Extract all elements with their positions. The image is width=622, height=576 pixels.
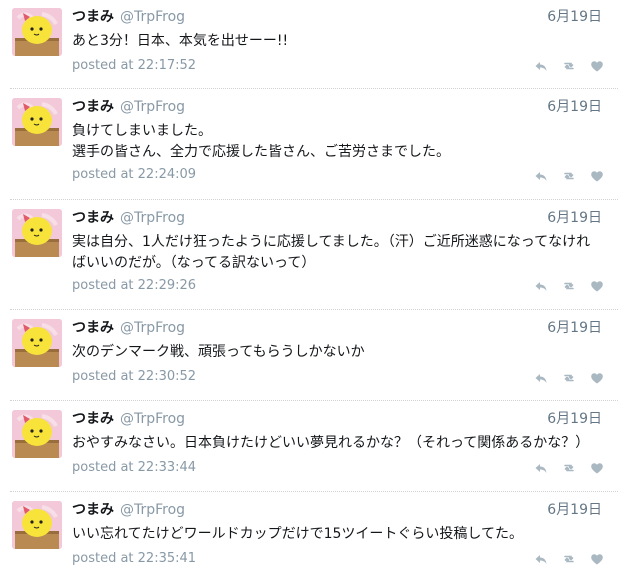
author-line: つまみ @TrpFrog — [72, 6, 185, 26]
tweet-actions — [534, 58, 604, 72]
tweet: つまみ @TrpFrog 6月19日 あと3分！日本、本気を出せーー!! post… — [0, 0, 622, 89]
tweet: つまみ @TrpFrog 6月19日 おやすみなさい。日本負けたけどいい夢見れるか… — [0, 402, 622, 492]
tweet-text-line: 選手の皆さん、全力で応援した皆さん、ご苦労さまでした。 — [72, 144, 450, 160]
retweet-icon[interactable] — [562, 551, 576, 565]
reply-icon[interactable] — [534, 58, 548, 72]
tweet-text-line: 負けてしまいました。 — [72, 123, 212, 139]
reply-icon[interactable] — [534, 168, 548, 182]
heart-icon[interactable] — [590, 278, 604, 292]
tweet-text-line: いい忘れてたけどワールドカップだけで15ツイートぐらい投稿してた。 — [72, 526, 523, 542]
display-name[interactable]: つまみ — [72, 502, 114, 518]
divider — [10, 88, 618, 89]
heart-icon[interactable] — [590, 58, 604, 72]
posted-time[interactable]: posted at 22:17:52 — [72, 58, 196, 73]
avatar[interactable] — [12, 8, 62, 56]
avatar[interactable] — [12, 501, 62, 549]
screen-name[interactable]: @TrpFrog — [120, 320, 185, 336]
tweet-text: 実は自分、1人だけ狂ったように応援してました。（汗）ご近所迷惑になってなけれ ば… — [72, 232, 598, 274]
tweet-text-line: 実は自分、1人だけ狂ったように応援してました。（汗）ご近所迷惑になってなけれ — [72, 234, 591, 250]
retweet-icon[interactable] — [562, 168, 576, 182]
avatar[interactable] — [12, 319, 62, 367]
reply-icon[interactable] — [534, 460, 548, 474]
screen-name[interactable]: @TrpFrog — [120, 99, 185, 115]
avatar[interactable] — [12, 209, 62, 257]
tweet-text-line: あと3分！日本、本気を出せーー!! — [72, 33, 289, 49]
heart-icon[interactable] — [590, 168, 604, 182]
display-name[interactable]: つまみ — [72, 210, 114, 226]
tweet: つまみ @TrpFrog 6月19日 いい忘れてたけどワールドカップだけで15ツイ… — [0, 493, 622, 576]
posted-time[interactable]: posted at 22:29:26 — [72, 278, 196, 293]
heart-icon[interactable] — [590, 460, 604, 474]
author-line: つまみ @TrpFrog — [72, 207, 185, 227]
author-line: つまみ @TrpFrog — [72, 408, 185, 428]
reply-icon[interactable] — [534, 370, 548, 384]
reply-icon[interactable] — [534, 278, 548, 292]
display-name[interactable]: つまみ — [72, 411, 114, 427]
tweet-text: おやすみなさい。日本負けたけどいい夢見れるかな？（それって関係あるかな？） — [72, 433, 598, 454]
tweet-text: あと3分！日本、本気を出せーー!! — [72, 31, 598, 52]
divider — [10, 199, 618, 200]
posted-time[interactable]: posted at 22:30:52 — [72, 369, 196, 384]
author-line: つまみ @TrpFrog — [72, 96, 185, 116]
display-name[interactable]: つまみ — [72, 9, 114, 25]
retweet-icon[interactable] — [562, 370, 576, 384]
tweet-date[interactable]: 6月19日 — [547, 317, 602, 337]
heart-icon[interactable] — [590, 370, 604, 384]
divider — [10, 400, 618, 401]
tweet-text: いい忘れてたけどワールドカップだけで15ツイートぐらい投稿してた。 — [72, 524, 598, 545]
retweet-icon[interactable] — [562, 460, 576, 474]
display-name[interactable]: つまみ — [72, 99, 114, 115]
screen-name[interactable]: @TrpFrog — [120, 411, 185, 427]
tweet-actions — [534, 551, 604, 565]
posted-time[interactable]: posted at 22:24:09 — [72, 167, 196, 182]
tweet: つまみ @TrpFrog 6月19日 実は自分、1人だけ狂ったように応援してました… — [0, 201, 622, 310]
tweet-text-line: ばいいのだが。（なってる訳ないって） — [72, 255, 316, 271]
retweet-icon[interactable] — [562, 58, 576, 72]
tweet-date[interactable]: 6月19日 — [547, 96, 602, 116]
author-line: つまみ @TrpFrog — [72, 317, 185, 337]
posted-time[interactable]: posted at 22:33:44 — [72, 460, 196, 475]
display-name[interactable]: つまみ — [72, 320, 114, 336]
reply-icon[interactable] — [534, 551, 548, 565]
tweet-date[interactable]: 6月19日 — [547, 499, 602, 519]
tweet-actions — [534, 370, 604, 384]
heart-icon[interactable] — [590, 551, 604, 565]
screen-name[interactable]: @TrpFrog — [120, 9, 185, 25]
tweet-actions — [534, 168, 604, 182]
divider — [10, 491, 618, 492]
tweet-date[interactable]: 6月19日 — [547, 6, 602, 26]
tweet-text: 次のデンマーク戦、頑張ってもらうしかないか — [72, 342, 598, 363]
tweet-text-line: 次のデンマーク戦、頑張ってもらうしかないか — [72, 344, 365, 360]
divider — [10, 309, 618, 310]
tweet-actions — [534, 460, 604, 474]
tweet-text-line: おやすみなさい。日本負けたけどいい夢見れるかな？（それって関係あるかな？） — [72, 435, 590, 451]
avatar[interactable] — [12, 410, 62, 458]
tweet-date[interactable]: 6月19日 — [547, 408, 602, 428]
retweet-icon[interactable] — [562, 278, 576, 292]
posted-time[interactable]: posted at 22:35:41 — [72, 551, 196, 566]
avatar[interactable] — [12, 98, 62, 146]
screen-name[interactable]: @TrpFrog — [120, 210, 185, 226]
tweet-timeline: つまみ @TrpFrog 6月19日 あと3分！日本、本気を出せーー!! post… — [0, 0, 622, 576]
tweet: つまみ @TrpFrog 6月19日 次のデンマーク戦、頑張ってもらうしかないか … — [0, 311, 622, 401]
tweet-text: 負けてしまいました。 選手の皆さん、全力で応援した皆さん、ご苦労さまでした。 — [72, 121, 598, 163]
author-line: つまみ @TrpFrog — [72, 499, 185, 519]
tweet: つまみ @TrpFrog 6月19日 負けてしまいました。 選手の皆さん、全力で応… — [0, 90, 622, 200]
tweet-date[interactable]: 6月19日 — [547, 207, 602, 227]
screen-name[interactable]: @TrpFrog — [120, 502, 185, 518]
tweet-actions — [534, 278, 604, 292]
